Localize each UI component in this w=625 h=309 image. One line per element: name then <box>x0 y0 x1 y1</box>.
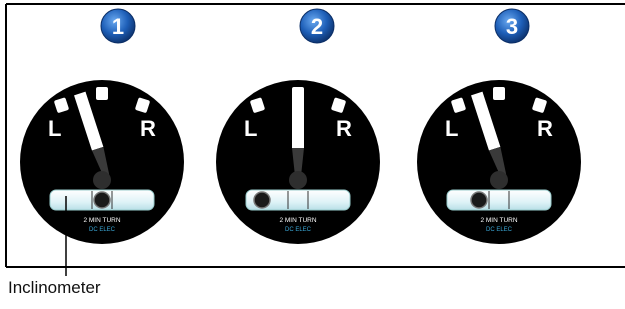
diagram-canvas: L R 2 MIN TURN DC ELEC 1 L R 2 MIN TURN … <box>5 3 625 276</box>
step-number: 1 <box>112 14 124 39</box>
turn-coordinator-gauge-3: L R 2 MIN TURN DC ELEC <box>417 80 581 244</box>
figure-frame: L R 2 MIN TURN DC ELEC 1 L R 2 MIN TURN … <box>0 0 625 309</box>
index-mark <box>96 87 108 100</box>
index-mark <box>493 87 505 100</box>
needle-hub <box>490 171 508 189</box>
needle-hub <box>289 171 307 189</box>
step-badge-2: 2 <box>299 8 335 44</box>
step-number: 3 <box>506 14 518 39</box>
inclinometer-ball <box>253 191 271 209</box>
step-badge-1: 1 <box>100 8 136 44</box>
right-label: R <box>140 116 156 141</box>
sub-text: DC ELEC <box>89 227 116 233</box>
needle-hub <box>93 171 111 189</box>
turn-text: 2 MIN TURN <box>83 217 120 224</box>
right-label: R <box>336 116 352 141</box>
step-number: 2 <box>311 14 323 39</box>
inclinometer-tube <box>446 189 552 211</box>
turn-coordinator-gauge-1: L R 2 MIN TURN DC ELEC <box>20 80 184 244</box>
left-label: L <box>244 116 257 141</box>
right-label: R <box>537 116 553 141</box>
rate-needle <box>292 90 304 176</box>
turn-coordinator-gauge-2: L R 2 MIN TURN DC ELEC <box>216 80 380 244</box>
sub-text: DC ELEC <box>285 227 312 233</box>
inclinometer-ball <box>93 191 111 209</box>
turn-text: 2 MIN TURN <box>480 217 517 224</box>
left-label: L <box>48 116 61 141</box>
inclinometer-ball <box>470 191 488 209</box>
step-badge-3: 3 <box>494 8 530 44</box>
sub-text: DC ELEC <box>486 227 513 233</box>
turn-text: 2 MIN TURN <box>279 217 316 224</box>
inclinometer-callout-label: Inclinometer <box>8 278 101 297</box>
left-label: L <box>445 116 458 141</box>
